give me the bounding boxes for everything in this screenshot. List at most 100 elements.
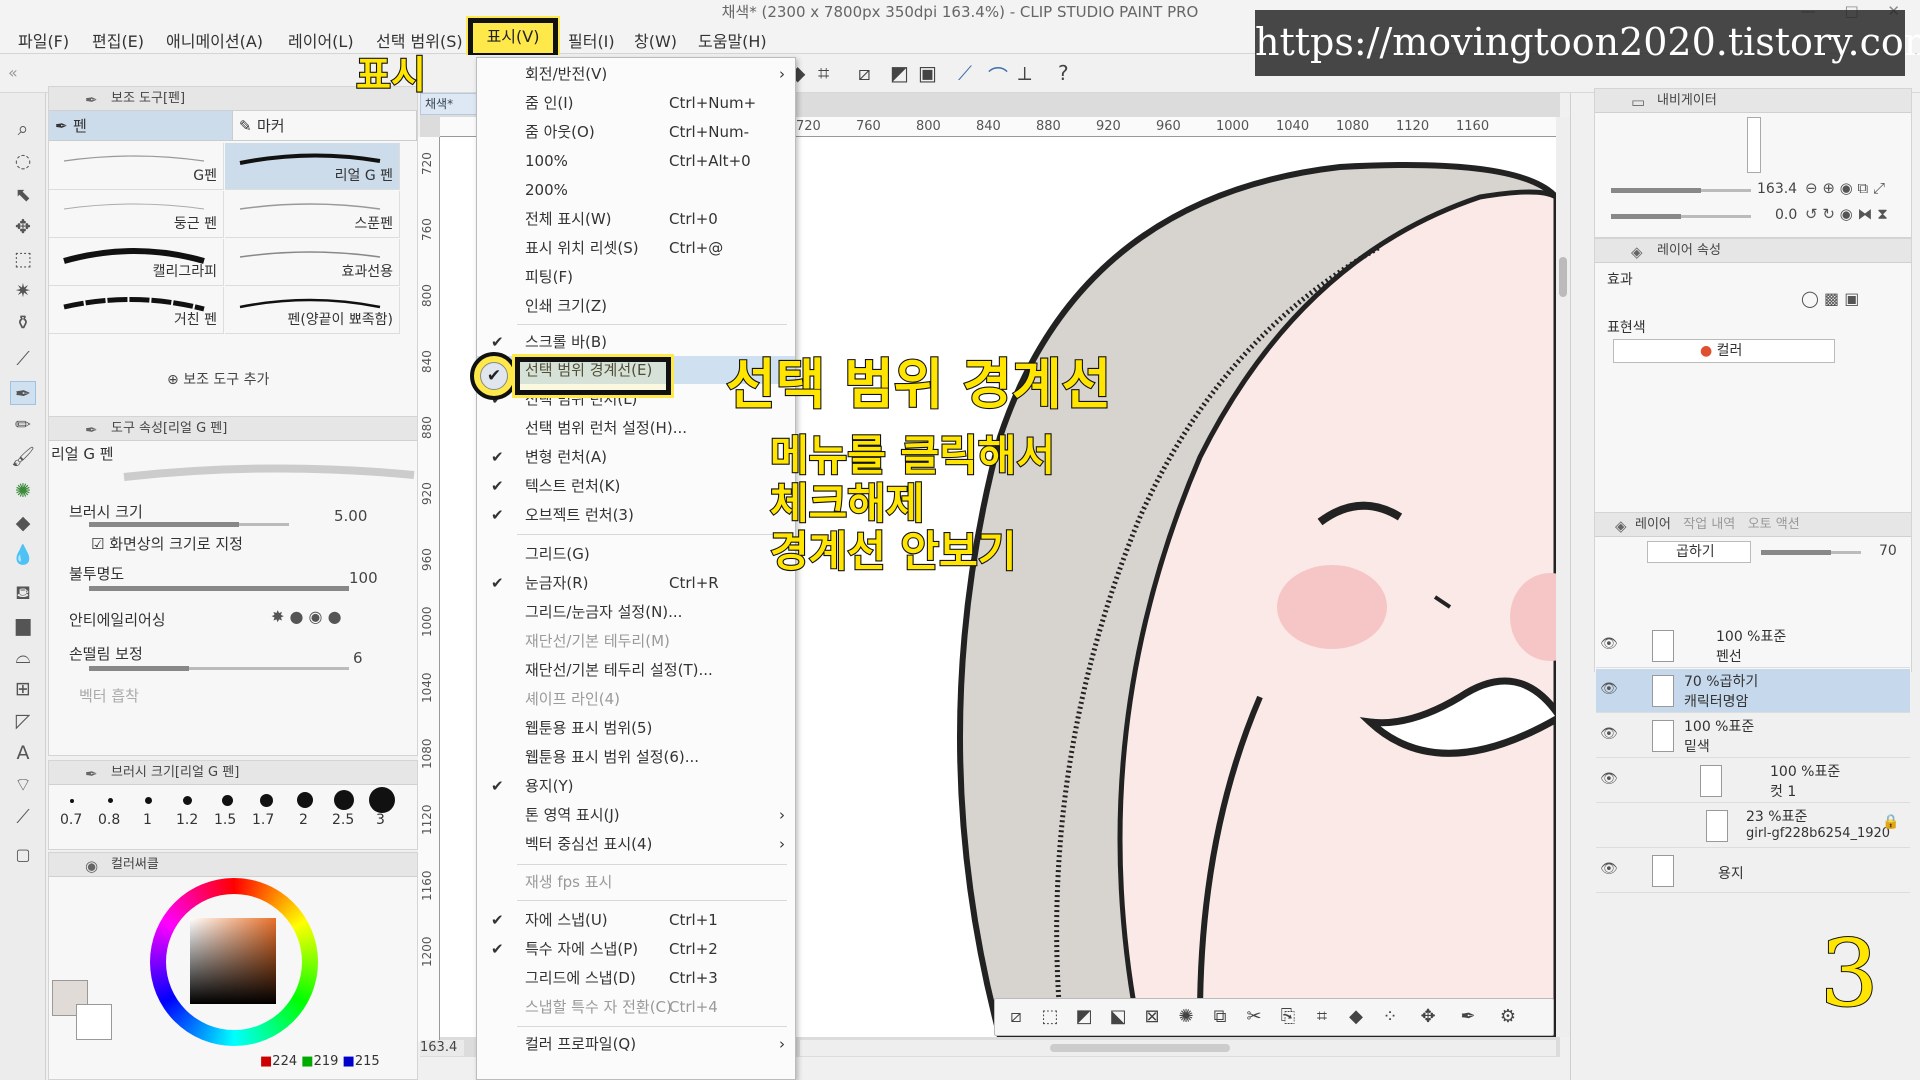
stabilization-slider[interactable]	[89, 666, 349, 671]
crop-icon[interactable]: ⌗	[1309, 1005, 1335, 1029]
mask-icon[interactable]: ◩	[890, 61, 909, 85]
brush-rough-pen[interactable]: 거친 펜	[49, 287, 224, 334]
brush-spoon-pen[interactable]: 스푼펜	[225, 191, 400, 238]
saturation-value-square[interactable]	[190, 918, 276, 1004]
tab-marker[interactable]: ✎ 마커	[233, 111, 417, 140]
menu-item-grid-ruler-settings[interactable]: 그리드/눈금자 설정(N)...	[477, 598, 795, 626]
eraser-tool-icon[interactable]: ◆	[10, 511, 36, 535]
tab-auto-action[interactable]: 오토 액션	[1748, 517, 1800, 532]
menu-item-fitting[interactable]: 피팅(F)	[477, 263, 795, 291]
brush-size-slider[interactable]	[89, 522, 289, 527]
pen-tool-icon[interactable]: ✒	[10, 381, 36, 405]
transform-icon[interactable]: ⌗	[818, 61, 829, 85]
menu-item-crop-mark-settings[interactable]: 재단선/기본 테두리 설정(T)...	[477, 656, 795, 684]
menu-filter[interactable]: 필터(I)	[568, 28, 615, 52]
lock-icon[interactable]: 🔒	[1882, 814, 1899, 830]
layer-row[interactable]: 👁 70 %곱하기 캐릭터명암	[1596, 669, 1910, 713]
pen-icon[interactable]: ✒	[1455, 1005, 1481, 1029]
tab-pen[interactable]: ✒ 펜	[49, 111, 233, 140]
zoom-tool-icon[interactable]: ⌕	[10, 117, 36, 141]
menu-item-200[interactable]: 200%	[477, 176, 795, 204]
main-color-swatch[interactable]: ▢	[10, 843, 36, 867]
move-tool-icon[interactable]: ✥	[10, 215, 36, 239]
pencil-tool-icon[interactable]: ✏	[10, 413, 36, 437]
blend-mode-select[interactable]: 곱하기	[1647, 541, 1751, 563]
fill-select-icon[interactable]: ⚱	[10, 311, 36, 335]
eyedropper-icon[interactable]: ⟋	[10, 347, 36, 371]
balloon-tool-icon[interactable]: ⌔	[10, 773, 36, 797]
expression-color-select[interactable]: ● 컬러	[1613, 339, 1835, 363]
menu-item-reset-view[interactable]: 표시 위치 리셋(S) Ctrl+@	[477, 234, 795, 262]
selection-icon[interactable]: ⧄	[858, 61, 871, 85]
menu-item-webtoon-range[interactable]: 웹툰용 표시 범위(5)	[477, 714, 795, 742]
menu-item-color-profile[interactable]: 컬러 프로파일(Q) ›	[477, 1030, 795, 1058]
navigator-zoom-value[interactable]: 163.4	[1757, 181, 1797, 197]
sub-color-swatch[interactable]	[76, 1004, 112, 1040]
cut-icon[interactable]: ✂	[1241, 1005, 1267, 1029]
figure-tool-icon[interactable]: ⌓	[10, 645, 36, 669]
menu-item-object-launcher[interactable]: ✔ 오브젝트 런처(3)	[477, 501, 795, 529]
clear-icon[interactable]: ⧉	[1207, 1005, 1233, 1029]
ruler-tool-icon[interactable]: ◸	[10, 709, 36, 733]
operation-tool-icon[interactable]: ⬉	[10, 183, 36, 207]
airbrush-tool-icon[interactable]: ✺	[10, 479, 36, 503]
menu-item-rotate-flip[interactable]: 회전/반전(V) ›	[477, 60, 795, 88]
convert-icon[interactable]: ✺	[1173, 1005, 1199, 1029]
invert-selection-icon[interactable]: ◩	[1071, 1005, 1097, 1029]
menu-help[interactable]: 도움말(H)	[698, 28, 767, 52]
menu-file[interactable]: 파일(F)	[18, 28, 69, 52]
help-icon[interactable]: ?	[1058, 61, 1069, 85]
size-dot[interactable]	[369, 787, 395, 813]
menu-item-ruler[interactable]: ✔ 눈금자(R) Ctrl+R	[477, 569, 795, 597]
navigator-rotate-value[interactable]: 0.0	[1775, 207, 1797, 223]
brush-calligraphy[interactable]: 캘리그라피	[49, 239, 224, 286]
brush-real-g-pen[interactable]: 리얼 G 펜	[225, 143, 400, 190]
navigator-zoom-slider[interactable]	[1611, 188, 1751, 193]
menu-view[interactable]: 표시(V)	[468, 18, 558, 58]
menu-item-vector-center[interactable]: 벡터 중심선 표시(4) ›	[477, 830, 795, 858]
copy-paste-icon[interactable]: ⎘	[1275, 1005, 1301, 1029]
screen-size-checkbox[interactable]: ☑ 화면상의 크기로 지정	[91, 533, 443, 554]
grid-snap-icon[interactable]: ⟂	[1018, 61, 1031, 85]
opacity-slider[interactable]	[89, 586, 349, 591]
layer-row[interactable]: 23 %표준 girl-gf228b6254_1920 🔒	[1596, 804, 1910, 848]
menu-item-100[interactable]: 100% Ctrl+Alt+0	[477, 147, 795, 175]
eye-icon[interactable]: 👁	[1600, 771, 1618, 787]
collapse-icon[interactable]: «	[8, 63, 18, 82]
canvas-tab[interactable]: 채색*	[420, 93, 480, 115]
size-dot[interactable]	[108, 798, 113, 803]
size-dot[interactable]	[222, 795, 233, 806]
lasso-tool-icon[interactable]: ◌	[10, 149, 36, 173]
menu-item-snap-grid[interactable]: 그리드에 스냅(D) Ctrl+3	[477, 964, 795, 992]
menu-layer[interactable]: 레이어(L)	[288, 28, 354, 52]
size-dot[interactable]	[145, 797, 152, 804]
layer-row[interactable]: 👁 용지	[1596, 849, 1910, 893]
antialias-options[interactable]: ✸ ● ◉ ●	[271, 607, 342, 626]
fill-icon[interactable]: ◆	[1343, 1005, 1369, 1029]
settings-icon[interactable]: ⚙	[1495, 1005, 1521, 1029]
brush-tool-icon[interactable]: 🖌	[10, 445, 36, 469]
layer-opacity-value[interactable]: 70	[1879, 543, 1897, 559]
rotate-buttons-icon[interactable]: ↺ ↻ ◉ ⧓ ⧗	[1805, 205, 1888, 223]
frame-tool-icon[interactable]: ⊞	[10, 677, 36, 701]
special-ruler-snap-icon[interactable]: ⌒	[988, 61, 1008, 90]
brush-round-pen[interactable]: 둥근 펜	[49, 191, 224, 238]
menu-item-webtoon-range-settings[interactable]: 웹툰용 표시 범위 설정(6)...	[477, 743, 795, 771]
menu-item-print-size[interactable]: 인쇄 크기(Z)	[477, 292, 795, 320]
eye-icon[interactable]: 👁	[1600, 726, 1618, 742]
text-tool-icon[interactable]: A	[10, 741, 36, 765]
size-dot[interactable]	[70, 799, 74, 803]
size-dot[interactable]	[297, 792, 313, 808]
crop-icon[interactable]: ▣	[918, 61, 937, 85]
tab-layer[interactable]: 레이어	[1635, 517, 1671, 532]
menu-window[interactable]: 창(W)	[634, 28, 677, 52]
layer-opacity-slider[interactable]	[1761, 550, 1861, 555]
brush-pointed-pen[interactable]: 펜(양끝이 뾰족함)	[225, 287, 400, 334]
layer-row[interactable]: 👁 100 %표준 밑색	[1596, 714, 1910, 758]
vertical-scrollbar[interactable]	[1556, 117, 1570, 1037]
effect-buttons-icon[interactable]: ◯ ▩ ▣	[1801, 289, 1859, 308]
menu-item-tone-area[interactable]: 톤 영역 표시(J) ›	[477, 801, 795, 829]
eye-icon[interactable]: 👁	[1600, 681, 1618, 697]
shrink-selection-icon[interactable]: ⊠	[1139, 1005, 1165, 1029]
navigator-thumbnail[interactable]	[1747, 117, 1761, 173]
